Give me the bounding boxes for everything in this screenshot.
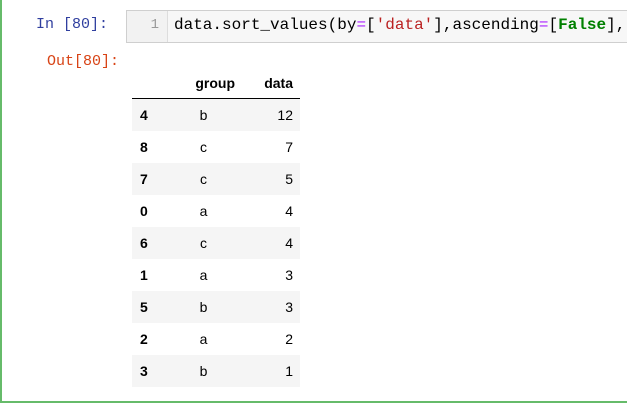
row-index-cell: 8	[140, 139, 148, 155]
code-line[interactable]: data.sort_values(by=['data'],ascending=[…	[174, 16, 627, 34]
table-row: 2 a 2	[132, 323, 300, 355]
table-row: 4 b 12	[132, 98, 300, 131]
row-index-cell: 4	[140, 107, 148, 123]
table-row: 7 c 5	[132, 163, 300, 195]
code-token: 'data'	[375, 16, 434, 34]
table-row: 6 c 4	[132, 227, 300, 259]
data-cell: 3	[285, 267, 293, 283]
group-cell: b	[199, 299, 208, 315]
row-index-cell: 3	[140, 363, 148, 379]
table-row: 1 a 3	[132, 259, 300, 291]
code-token: [	[548, 16, 559, 34]
row-index-cell: 2	[140, 331, 148, 347]
input-prompt: In [80]:	[36, 16, 109, 33]
table-row: 5 b 3	[132, 291, 300, 323]
code-token: =	[538, 16, 549, 34]
data-cell: 5	[285, 171, 293, 187]
data-cell: 12	[277, 107, 293, 123]
line-number: 1	[150, 17, 159, 33]
notebook-cell[interactable]: In [80]: 1 data.sort_values(by=['data'],…	[0, 0, 627, 403]
line-number-gutter: 1	[127, 11, 168, 42]
code-token: ],)	[606, 16, 627, 34]
index-column-header	[132, 68, 169, 99]
group-cell: a	[199, 331, 208, 347]
table-row: 8 c 7	[132, 131, 300, 163]
group-cell: a	[199, 203, 208, 219]
row-index-cell: 0	[140, 203, 148, 219]
code-input-area[interactable]: 1 data.sort_values(by=['data'],ascending…	[126, 10, 627, 43]
table-row: 0 a 4	[132, 195, 300, 227]
group-cell: c	[200, 235, 207, 251]
code-token: False	[558, 16, 607, 34]
table-header-row: group data	[132, 68, 300, 99]
data-cell: 1	[285, 363, 293, 379]
code-token: ],ascending	[433, 16, 539, 34]
data-cell: 7	[285, 139, 293, 155]
data-cell: 4	[285, 235, 293, 251]
code-token: data.sort_values(by	[174, 16, 357, 34]
table-row: 3 b 1	[132, 355, 300, 387]
data-cell: 3	[285, 299, 293, 315]
row-index-cell: 7	[140, 171, 148, 187]
group-cell: c	[200, 139, 207, 155]
output-prompt: Out[80]:	[47, 53, 120, 70]
data-cell: 2	[285, 331, 293, 347]
row-index-cell: 1	[140, 267, 148, 283]
group-cell: b	[199, 107, 208, 123]
row-index-cell: 5	[140, 299, 148, 315]
data-column-header: data	[238, 68, 300, 99]
code-token: =	[356, 16, 367, 34]
group-column-header: group	[169, 68, 238, 99]
code-token: [	[366, 16, 376, 34]
data-cell: 4	[285, 203, 293, 219]
group-cell: a	[199, 267, 208, 283]
row-index-cell: 6	[140, 235, 148, 251]
dataframe-output: group data 4 b 12 8 c 7 7 c 5 0 a 4 6 c 4 1 a 3 5 b 3 2 a 2 3 b 1	[132, 68, 300, 387]
group-cell: b	[199, 363, 208, 379]
group-cell: c	[200, 171, 207, 187]
